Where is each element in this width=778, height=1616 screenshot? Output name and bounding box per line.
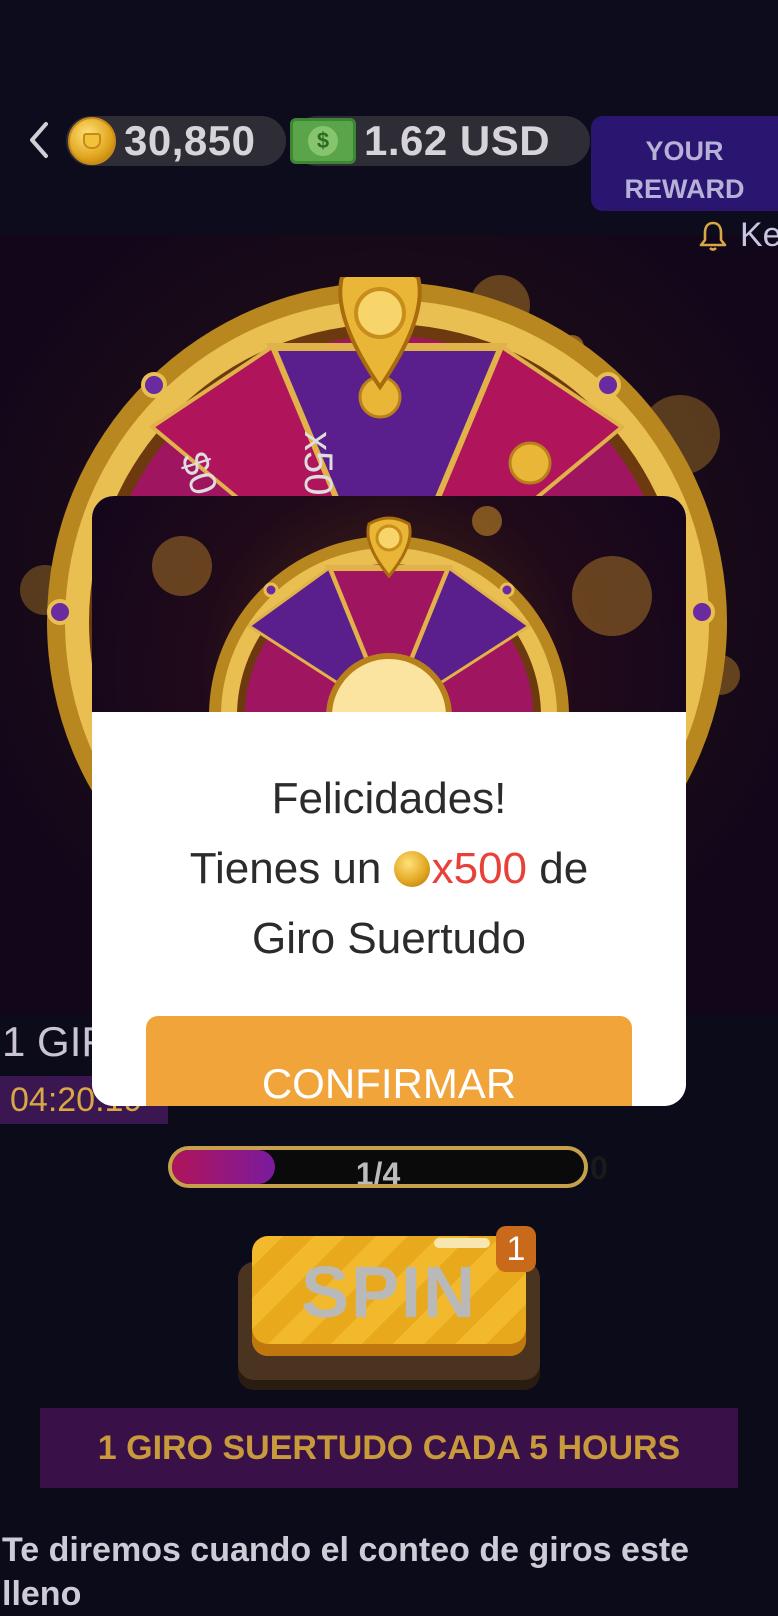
- modal-prize-line: Tienes un x500 de: [92, 834, 686, 904]
- modal-prize-amount: x500: [431, 844, 528, 893]
- modal-prize-name: Giro Suertudo: [252, 914, 526, 963]
- modal-prize-suffix: de: [539, 844, 589, 893]
- modal-wheel-art: [92, 496, 686, 712]
- congrats-modal: Felicidades! Tienes un x500 de Giro Suer…: [92, 496, 686, 1106]
- modal-prize-prefix: Tienes un: [189, 844, 382, 893]
- coin-icon: [393, 851, 430, 887]
- modal-wheel-icon: [209, 516, 569, 712]
- modal-overlay: Felicidades! Tienes un x500 de Giro Suer…: [0, 0, 778, 1600]
- confirm-button[interactable]: CONFIRMAR: [146, 1016, 632, 1106]
- modal-title: Felicidades!: [271, 774, 507, 823]
